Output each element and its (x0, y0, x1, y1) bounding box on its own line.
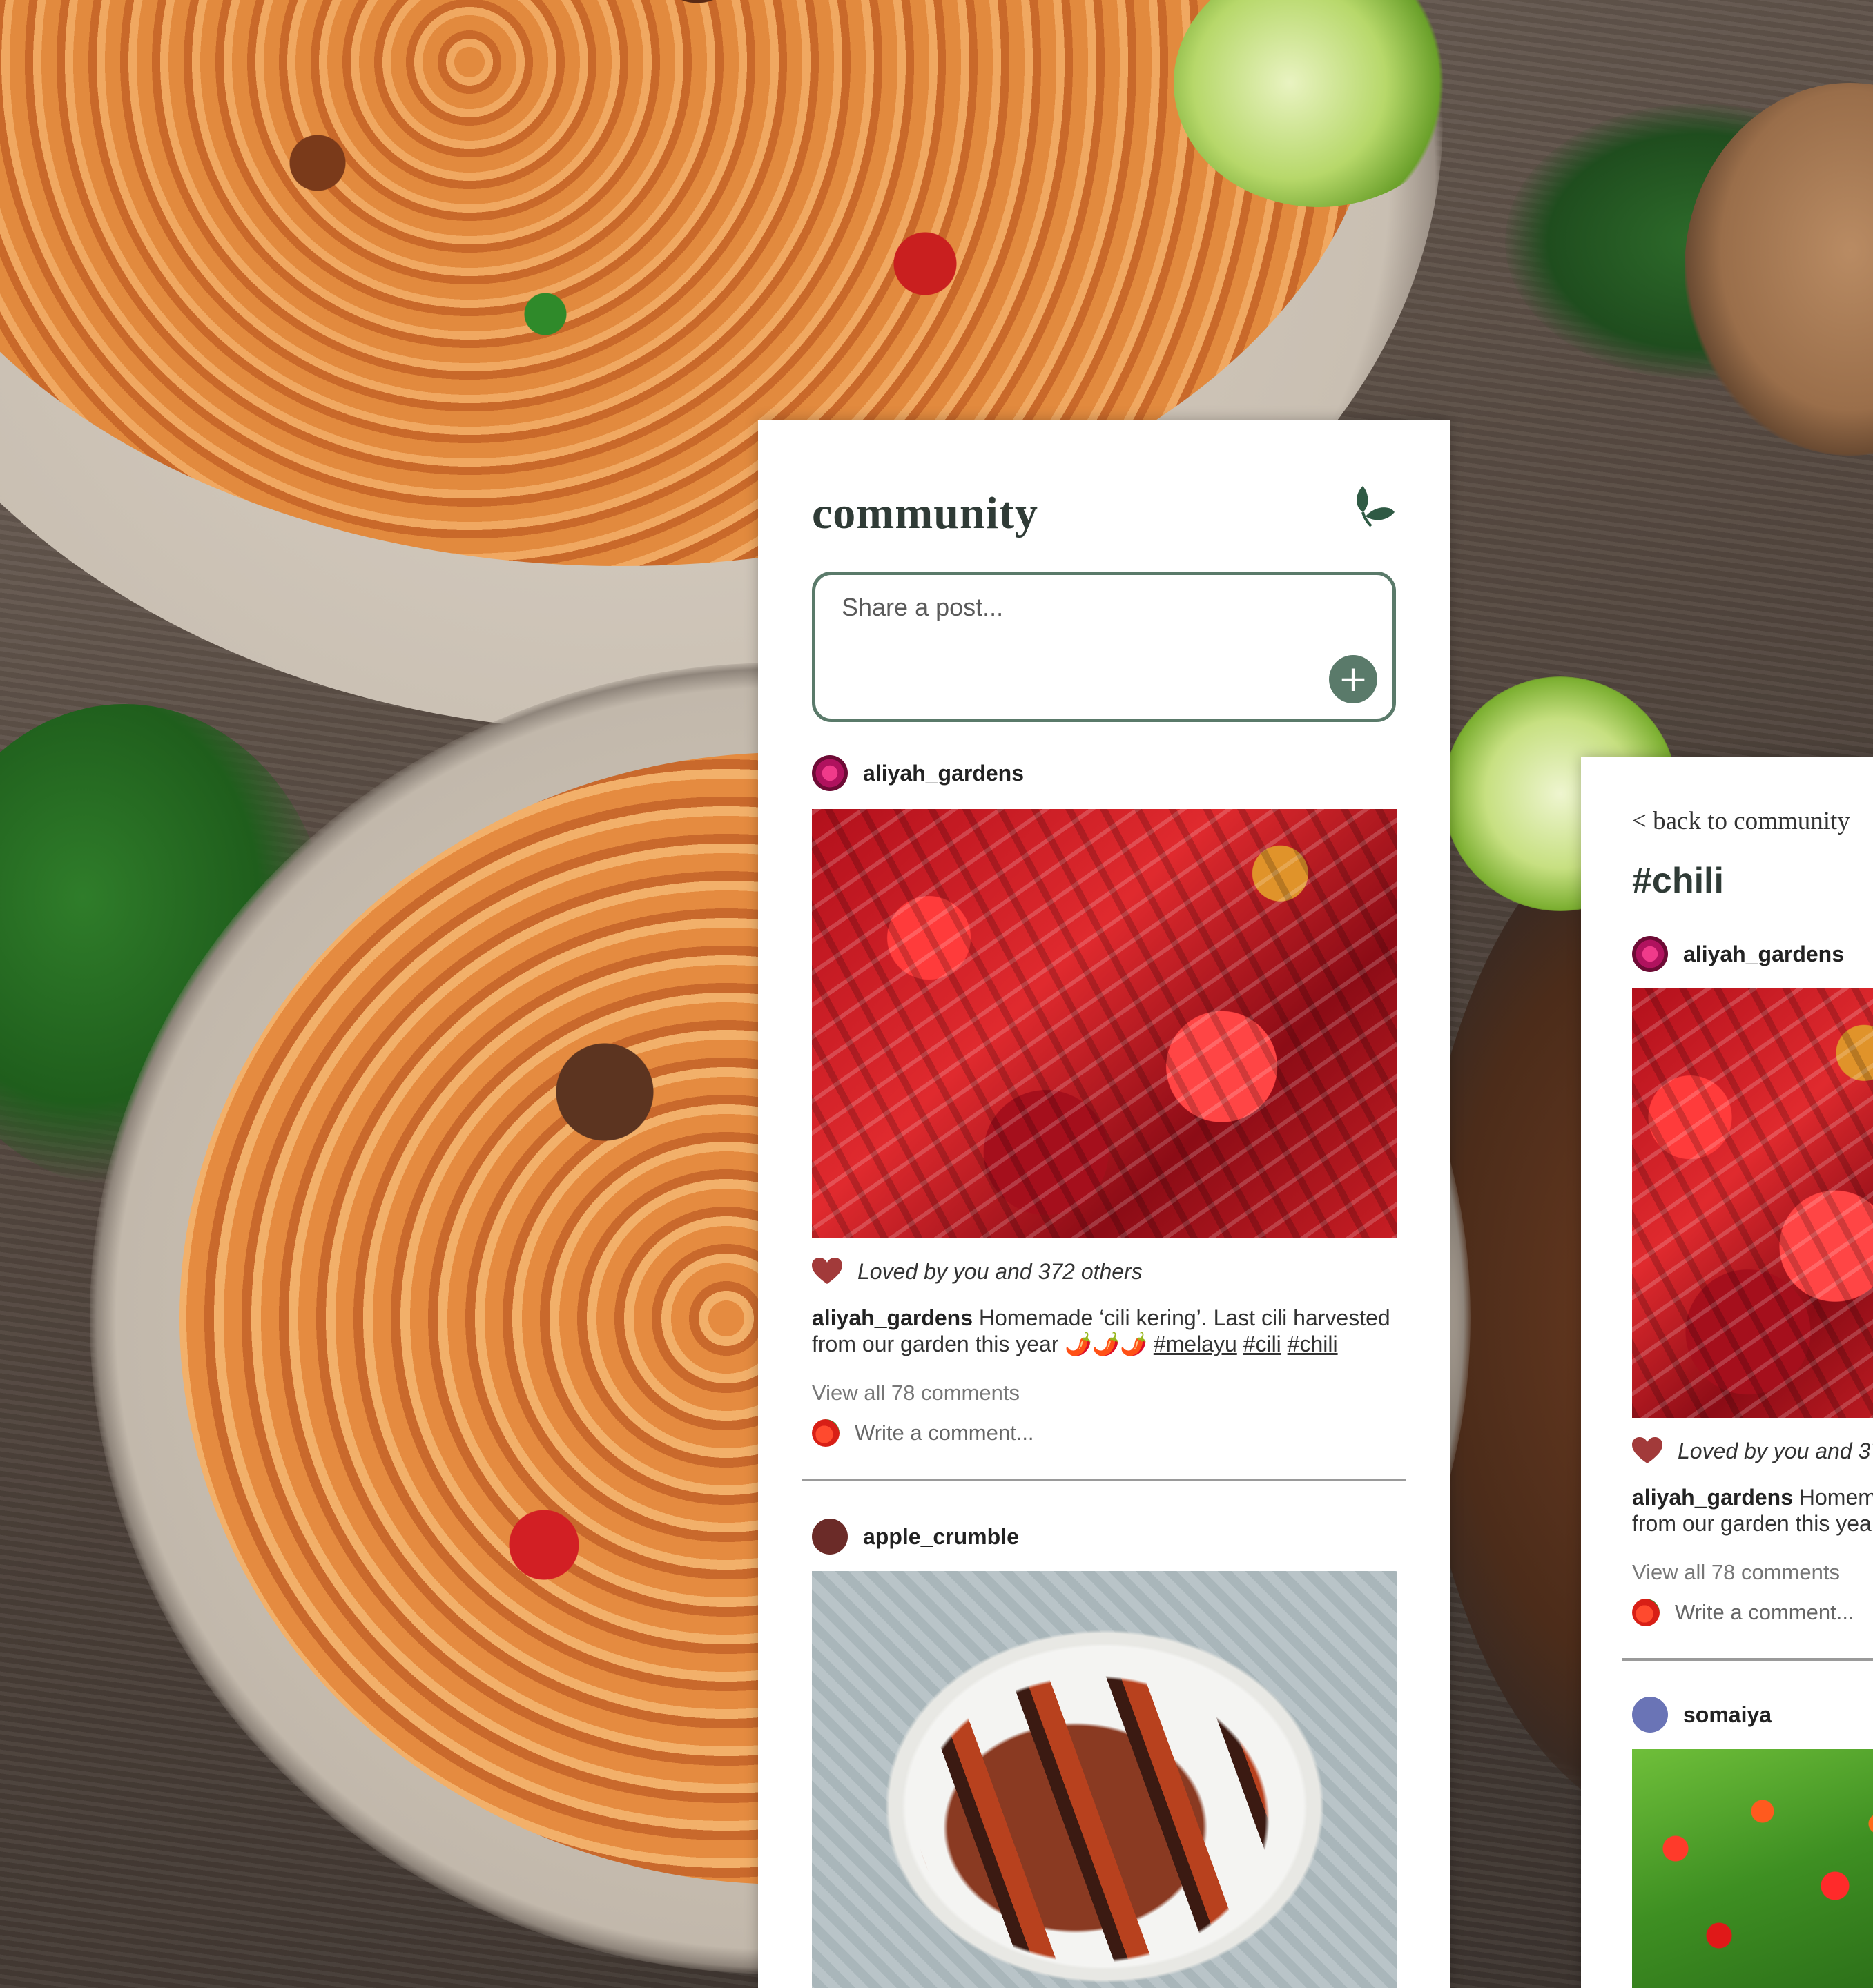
post-image-pepper-plants[interactable] (1632, 1749, 1873, 1988)
likes-text: Loved by you and 372 others (1678, 1438, 1873, 1463)
chili-emoji: 🌶️🌶️🌶️ (1065, 1332, 1147, 1356)
comment-row[interactable] (1632, 1599, 1873, 1626)
post-header[interactable]: apple_crumble (812, 1519, 1019, 1555)
hashtag-title: #chili (1632, 861, 1724, 901)
post-image-eggplant[interactable] (812, 1571, 1397, 1988)
back-to-community-link[interactable]: < back to community (1632, 806, 1850, 836)
post-image-chilies[interactable] (812, 809, 1397, 1238)
share-post-input[interactable] (842, 593, 1283, 622)
leaf-icon (1357, 486, 1395, 527)
post-caption: aliyah_gardens Homemade ‘cili kering’. L… (1632, 1484, 1873, 1537)
avatar[interactable] (812, 755, 848, 791)
avatar[interactable] (1632, 1697, 1668, 1733)
post-image-chilies[interactable] (1632, 988, 1873, 1418)
post-header[interactable]: aliyah_gardens (812, 755, 1024, 791)
comment-row[interactable] (812, 1419, 1200, 1447)
caption-username[interactable]: aliyah_gardens (1632, 1485, 1793, 1510)
add-post-button[interactable]: + (1329, 655, 1377, 703)
hashtag-screen: < back to community #chili aliyah_garden… (1581, 757, 1873, 1988)
likes-row: Loved by you and 372 others (1632, 1437, 1873, 1465)
heart-icon[interactable] (1632, 1437, 1662, 1465)
likes-row: Loved by you and 372 others (812, 1258, 1143, 1285)
plus-icon: + (1338, 659, 1368, 700)
post-username[interactable]: aliyah_gardens (863, 761, 1024, 786)
comment-input[interactable] (1675, 1600, 1873, 1625)
likes-text: Loved by you and 372 others (857, 1258, 1143, 1284)
hashtag-link[interactable]: #chili (1288, 1332, 1338, 1356)
comment-input[interactable] (855, 1421, 1200, 1445)
post-header[interactable]: aliyah_gardens (1632, 936, 1844, 972)
hashtag-link[interactable]: #melayu (1154, 1332, 1237, 1356)
post-caption: aliyah_gardens Homemade ‘cili kering’. L… (812, 1305, 1406, 1357)
post-divider (1622, 1658, 1873, 1661)
post-header[interactable]: somaiya (1632, 1697, 1772, 1733)
share-post-box[interactable]: + (812, 572, 1396, 722)
user-avatar (812, 1419, 840, 1447)
post-username[interactable]: apple_crumble (863, 1524, 1019, 1550)
post-username[interactable]: somaiya (1683, 1702, 1772, 1728)
community-feed-screen: community + aliyah_gardens Loved by you … (758, 420, 1450, 1988)
hashtag-link[interactable]: #cili (1243, 1332, 1281, 1356)
eggplant-dish (812, 1571, 1397, 1988)
post-username[interactable]: aliyah_gardens (1683, 942, 1844, 967)
avatar[interactable] (812, 1519, 848, 1555)
avatar[interactable] (1632, 936, 1668, 972)
user-avatar (1632, 1599, 1660, 1626)
heart-icon[interactable] (812, 1258, 842, 1285)
view-comments-link[interactable]: View all 78 comments (812, 1381, 1020, 1405)
view-comments-link[interactable]: View all 78 comments (1632, 1560, 1840, 1585)
post-divider (802, 1479, 1406, 1481)
page-title: community (812, 488, 1038, 538)
caption-username[interactable]: aliyah_gardens (812, 1305, 973, 1330)
